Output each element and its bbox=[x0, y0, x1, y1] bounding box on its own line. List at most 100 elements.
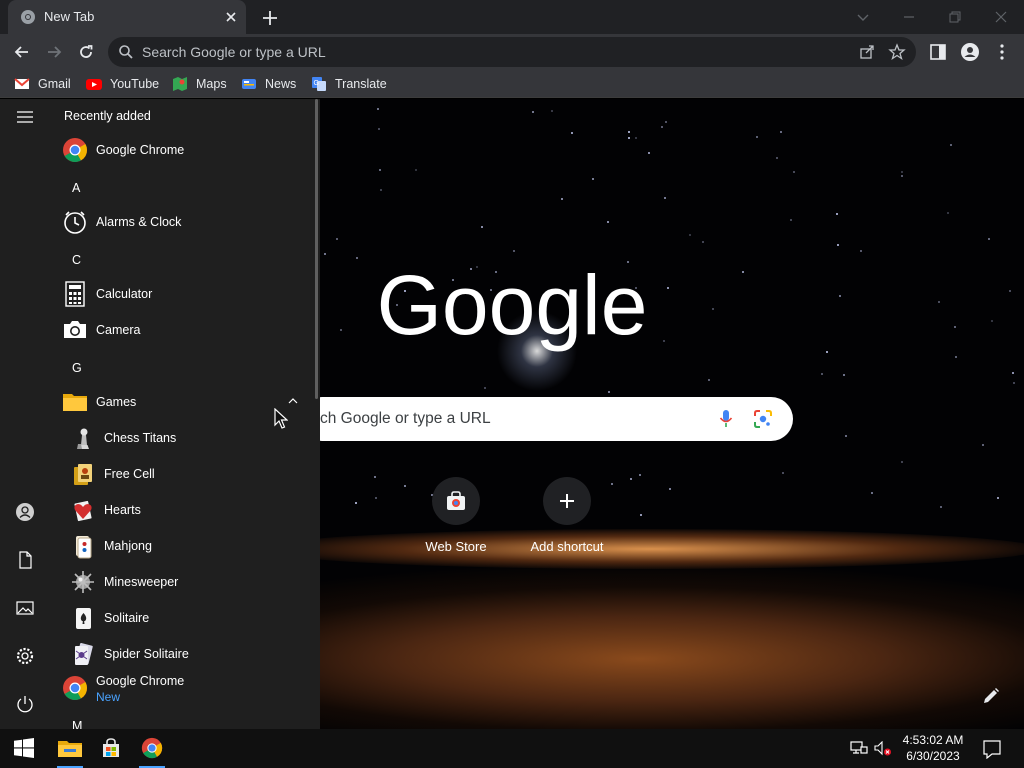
shortcut-tile bbox=[543, 477, 591, 525]
letter-header-c[interactable]: C bbox=[72, 253, 81, 267]
microphone-icon[interactable] bbox=[718, 409, 734, 429]
start-folder-games[interactable]: Games bbox=[62, 387, 307, 417]
clock-time: 4:53:02 AM bbox=[902, 733, 964, 747]
address-bar[interactable]: Search Google or type a URL bbox=[108, 37, 916, 67]
star-dot bbox=[1012, 372, 1014, 374]
tab-new-tab[interactable]: New Tab bbox=[8, 0, 246, 34]
hamburger-menu-icon[interactable] bbox=[15, 107, 35, 127]
star-dot bbox=[1009, 290, 1011, 292]
back-arrow-icon[interactable] bbox=[12, 42, 32, 62]
chevron-up-icon[interactable] bbox=[288, 397, 298, 405]
star-dot bbox=[665, 121, 667, 123]
bookmark-label: YouTube bbox=[110, 77, 160, 91]
star-dot bbox=[689, 234, 691, 236]
start-item-label: Google Chrome bbox=[96, 674, 185, 688]
star-dot bbox=[860, 250, 862, 252]
star-dot bbox=[551, 110, 553, 112]
start-item-alarms-clock[interactable]: Alarms & Clock bbox=[62, 207, 307, 237]
star-dot bbox=[532, 111, 534, 113]
browser-tab-strip: New Tab bbox=[0, 0, 1024, 34]
user-account-icon[interactable] bbox=[15, 502, 35, 522]
ntp-search-box[interactable]: ch Google or type a URL bbox=[300, 397, 793, 441]
star-dot bbox=[513, 250, 515, 252]
start-item-mahjong[interactable]: Mahjong bbox=[70, 531, 315, 561]
shortcut-web-store[interactable]: Web Store bbox=[401, 477, 511, 557]
start-item-solitaire[interactable]: Solitaire bbox=[70, 603, 315, 633]
star-dot bbox=[415, 169, 417, 171]
tab-search-chevron-icon[interactable] bbox=[852, 6, 874, 28]
start-item-label: Spider Solitaire bbox=[104, 647, 189, 661]
mahjong-icon bbox=[76, 536, 92, 559]
taskbar-microsoft-store[interactable] bbox=[92, 729, 130, 768]
bookmark-star-icon[interactable] bbox=[888, 43, 906, 61]
recently-added-heading: Recently added bbox=[64, 109, 151, 123]
customize-pencil-icon[interactable] bbox=[980, 685, 1002, 707]
shortcut-label: Web Store bbox=[425, 539, 487, 554]
taskbar-google-chrome[interactable] bbox=[133, 729, 171, 768]
tab-close-icon[interactable] bbox=[222, 8, 240, 26]
shortcut-tile bbox=[432, 477, 480, 525]
start-item-spider-solitaire[interactable]: Spider Solitaire bbox=[70, 639, 315, 669]
reload-icon[interactable] bbox=[76, 42, 96, 62]
star-dot bbox=[742, 271, 744, 273]
profile-avatar-icon[interactable] bbox=[960, 42, 980, 62]
google-lens-icon[interactable] bbox=[753, 409, 773, 429]
star-dot bbox=[639, 474, 641, 476]
start-item-free-cell[interactable]: Free Cell bbox=[70, 459, 315, 489]
start-item-label: Games bbox=[96, 395, 137, 409]
notification-center-icon[interactable] bbox=[982, 739, 1002, 759]
earth-horizon-glow bbox=[260, 529, 1024, 569]
google-logo: Google bbox=[377, 258, 648, 352]
start-item-camera[interactable]: Camera bbox=[62, 315, 307, 345]
bookmark-gmail[interactable]: Gmail bbox=[14, 76, 71, 92]
new-tab-plus-icon[interactable] bbox=[260, 8, 280, 28]
chrome-icon bbox=[63, 138, 88, 163]
bookmark-maps[interactable]: Maps bbox=[172, 76, 227, 92]
letter-header-g[interactable]: G bbox=[72, 361, 82, 375]
windows-start-icon[interactable] bbox=[14, 738, 34, 758]
network-icon[interactable] bbox=[850, 741, 868, 757]
documents-icon[interactable] bbox=[15, 550, 35, 570]
volume-muted-icon[interactable] bbox=[874, 741, 892, 757]
minesweeper-icon bbox=[72, 571, 94, 593]
start-item-calculator[interactable]: Calculator bbox=[62, 279, 307, 309]
menu-kebab-icon[interactable] bbox=[992, 42, 1012, 62]
shortcut-add[interactable]: Add shortcut bbox=[512, 477, 622, 557]
settings-gear-icon[interactable] bbox=[15, 646, 35, 666]
star-dot bbox=[955, 356, 957, 358]
start-item-google-chrome[interactable]: Google Chrome bbox=[62, 135, 307, 165]
letter-header-a[interactable]: A bbox=[72, 181, 80, 195]
start-item-minesweeper[interactable]: Minesweeper bbox=[70, 567, 315, 597]
bookmark-translate[interactable]: G Translate bbox=[311, 76, 387, 92]
new-app-tag: New bbox=[96, 690, 121, 704]
web-store-icon bbox=[447, 491, 465, 510]
power-icon[interactable] bbox=[15, 694, 35, 714]
taskbar-file-explorer[interactable] bbox=[51, 729, 89, 768]
letter-header-m[interactable]: M bbox=[72, 719, 82, 729]
clock-date: 6/30/2023 bbox=[906, 749, 960, 763]
bookmark-news[interactable]: News bbox=[241, 76, 296, 92]
start-menu-scrollbar[interactable] bbox=[315, 99, 318, 399]
share-icon[interactable] bbox=[858, 43, 876, 61]
star-dot bbox=[669, 488, 671, 490]
star-dot bbox=[756, 136, 758, 138]
search-icon bbox=[119, 45, 133, 59]
chrome-icon bbox=[141, 737, 163, 759]
chrome-favicon-icon bbox=[21, 10, 35, 24]
pictures-icon[interactable] bbox=[15, 598, 35, 618]
ntp-search-placeholder: ch Google or type a URL bbox=[320, 410, 491, 427]
window-close-icon[interactable] bbox=[990, 6, 1012, 28]
side-panel-icon[interactable] bbox=[928, 42, 948, 62]
start-item-label: Alarms & Clock bbox=[96, 215, 182, 229]
svg-text:Google: Google bbox=[377, 258, 648, 352]
restore-icon[interactable] bbox=[944, 6, 966, 28]
start-item-hearts[interactable]: Hearts bbox=[70, 495, 315, 525]
minimize-icon[interactable] bbox=[898, 6, 920, 28]
bookmark-youtube[interactable]: YouTube bbox=[86, 76, 159, 92]
star-dot bbox=[845, 435, 847, 437]
star-dot bbox=[991, 320, 993, 322]
star-dot bbox=[843, 374, 845, 376]
system-clock[interactable]: 4:53:02 AM 6/30/2023 bbox=[892, 732, 974, 764]
forward-arrow-icon[interactable] bbox=[44, 42, 64, 62]
star-dot bbox=[628, 131, 630, 133]
